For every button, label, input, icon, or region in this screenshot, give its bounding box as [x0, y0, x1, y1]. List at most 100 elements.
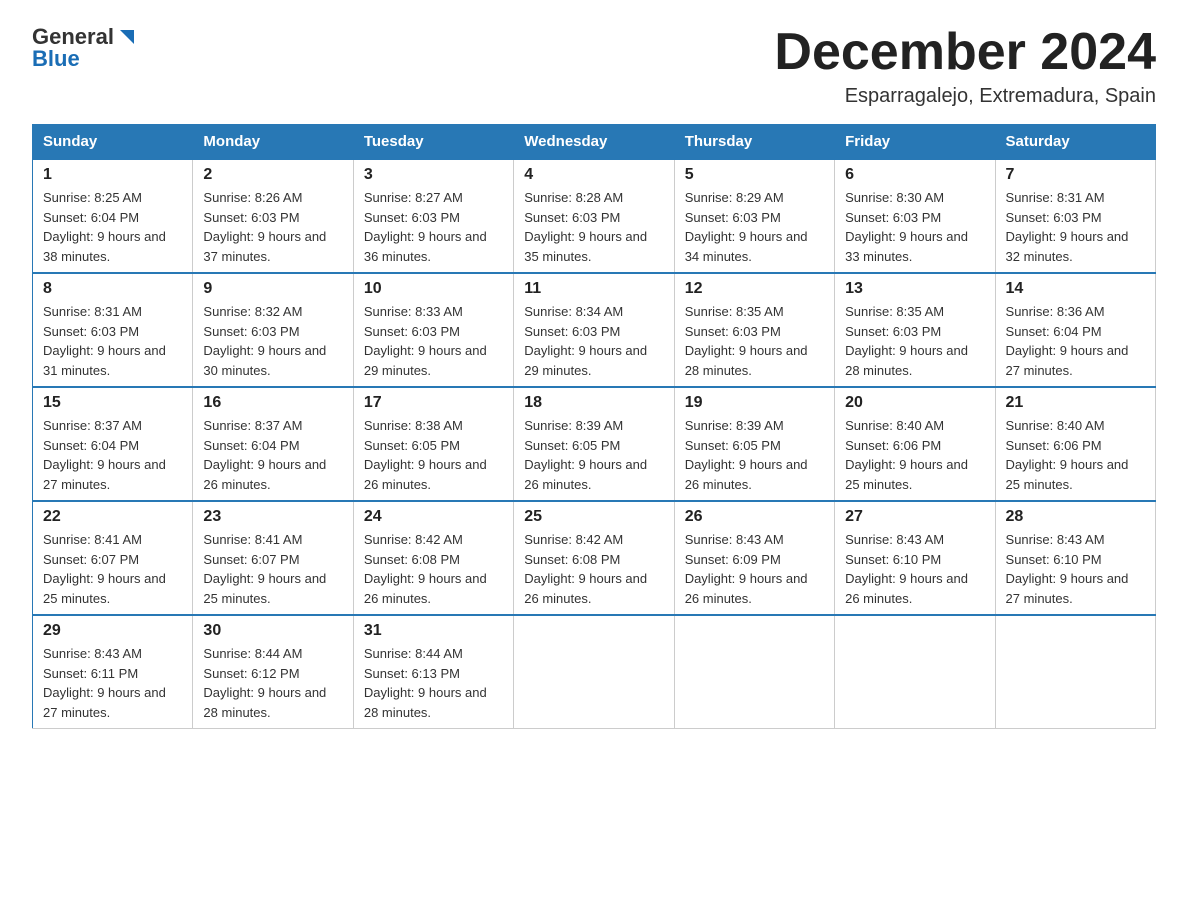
- table-row: 1 Sunrise: 8:25 AM Sunset: 6:04 PM Dayli…: [33, 159, 193, 273]
- header-friday: Friday: [835, 125, 995, 160]
- day-info: Sunrise: 8:42 AM Sunset: 6:08 PM Dayligh…: [524, 530, 663, 608]
- table-row: 29 Sunrise: 8:43 AM Sunset: 6:11 PM Dayl…: [33, 615, 193, 729]
- table-row: 11 Sunrise: 8:34 AM Sunset: 6:03 PM Dayl…: [514, 273, 674, 387]
- table-row: 7 Sunrise: 8:31 AM Sunset: 6:03 PM Dayli…: [995, 159, 1155, 273]
- title-block: December 2024 Esparragalejo, Extremadura…: [774, 24, 1156, 108]
- table-row: 28 Sunrise: 8:43 AM Sunset: 6:10 PM Dayl…: [995, 501, 1155, 615]
- calendar-table: Sunday Monday Tuesday Wednesday Thursday…: [32, 124, 1156, 729]
- day-number: 19: [685, 394, 824, 412]
- day-number: 28: [1006, 508, 1145, 526]
- table-row: 3 Sunrise: 8:27 AM Sunset: 6:03 PM Dayli…: [353, 159, 513, 273]
- day-info: Sunrise: 8:40 AM Sunset: 6:06 PM Dayligh…: [1006, 416, 1145, 494]
- day-number: 7: [1006, 166, 1145, 184]
- day-number: 25: [524, 508, 663, 526]
- day-number: 21: [1006, 394, 1145, 412]
- day-info: Sunrise: 8:27 AM Sunset: 6:03 PM Dayligh…: [364, 188, 503, 266]
- header-monday: Monday: [193, 125, 353, 160]
- calendar-week-row: 29 Sunrise: 8:43 AM Sunset: 6:11 PM Dayl…: [33, 615, 1156, 729]
- day-number: 18: [524, 394, 663, 412]
- day-info: Sunrise: 8:26 AM Sunset: 6:03 PM Dayligh…: [203, 188, 342, 266]
- day-info: Sunrise: 8:43 AM Sunset: 6:10 PM Dayligh…: [1006, 530, 1145, 608]
- table-row: 10 Sunrise: 8:33 AM Sunset: 6:03 PM Dayl…: [353, 273, 513, 387]
- day-info: Sunrise: 8:42 AM Sunset: 6:08 PM Dayligh…: [364, 530, 503, 608]
- day-number: 2: [203, 166, 342, 184]
- day-number: 15: [43, 394, 182, 412]
- table-row: 23 Sunrise: 8:41 AM Sunset: 6:07 PM Dayl…: [193, 501, 353, 615]
- table-row: 6 Sunrise: 8:30 AM Sunset: 6:03 PM Dayli…: [835, 159, 995, 273]
- day-number: 27: [845, 508, 984, 526]
- table-row: 25 Sunrise: 8:42 AM Sunset: 6:08 PM Dayl…: [514, 501, 674, 615]
- header-wednesday: Wednesday: [514, 125, 674, 160]
- day-number: 24: [364, 508, 503, 526]
- day-number: 30: [203, 622, 342, 640]
- day-number: 11: [524, 280, 663, 298]
- day-number: 26: [685, 508, 824, 526]
- table-row: 19 Sunrise: 8:39 AM Sunset: 6:05 PM Dayl…: [674, 387, 834, 501]
- day-info: Sunrise: 8:35 AM Sunset: 6:03 PM Dayligh…: [845, 302, 984, 380]
- table-row: 22 Sunrise: 8:41 AM Sunset: 6:07 PM Dayl…: [33, 501, 193, 615]
- header-tuesday: Tuesday: [353, 125, 513, 160]
- table-row: 27 Sunrise: 8:43 AM Sunset: 6:10 PM Dayl…: [835, 501, 995, 615]
- day-info: Sunrise: 8:35 AM Sunset: 6:03 PM Dayligh…: [685, 302, 824, 380]
- day-number: 8: [43, 280, 182, 298]
- day-info: Sunrise: 8:33 AM Sunset: 6:03 PM Dayligh…: [364, 302, 503, 380]
- table-row: 16 Sunrise: 8:37 AM Sunset: 6:04 PM Dayl…: [193, 387, 353, 501]
- day-info: Sunrise: 8:29 AM Sunset: 6:03 PM Dayligh…: [685, 188, 824, 266]
- location: Esparragalejo, Extremadura, Spain: [774, 85, 1156, 108]
- month-title: December 2024: [774, 24, 1156, 81]
- day-info: Sunrise: 8:34 AM Sunset: 6:03 PM Dayligh…: [524, 302, 663, 380]
- day-number: 16: [203, 394, 342, 412]
- table-row: 14 Sunrise: 8:36 AM Sunset: 6:04 PM Dayl…: [995, 273, 1155, 387]
- day-info: Sunrise: 8:39 AM Sunset: 6:05 PM Dayligh…: [524, 416, 663, 494]
- table-row: 31 Sunrise: 8:44 AM Sunset: 6:13 PM Dayl…: [353, 615, 513, 729]
- header-thursday: Thursday: [674, 125, 834, 160]
- day-number: 17: [364, 394, 503, 412]
- calendar-week-row: 8 Sunrise: 8:31 AM Sunset: 6:03 PM Dayli…: [33, 273, 1156, 387]
- day-number: 12: [685, 280, 824, 298]
- day-info: Sunrise: 8:43 AM Sunset: 6:09 PM Dayligh…: [685, 530, 824, 608]
- day-info: Sunrise: 8:32 AM Sunset: 6:03 PM Dayligh…: [203, 302, 342, 380]
- table-row: 8 Sunrise: 8:31 AM Sunset: 6:03 PM Dayli…: [33, 273, 193, 387]
- calendar-week-row: 1 Sunrise: 8:25 AM Sunset: 6:04 PM Dayli…: [33, 159, 1156, 273]
- day-info: Sunrise: 8:43 AM Sunset: 6:10 PM Dayligh…: [845, 530, 984, 608]
- table-row: 17 Sunrise: 8:38 AM Sunset: 6:05 PM Dayl…: [353, 387, 513, 501]
- day-info: Sunrise: 8:25 AM Sunset: 6:04 PM Dayligh…: [43, 188, 182, 266]
- day-info: Sunrise: 8:37 AM Sunset: 6:04 PM Dayligh…: [43, 416, 182, 494]
- day-number: 31: [364, 622, 503, 640]
- table-row: [995, 615, 1155, 729]
- day-number: 5: [685, 166, 824, 184]
- day-info: Sunrise: 8:41 AM Sunset: 6:07 PM Dayligh…: [43, 530, 182, 608]
- day-number: 1: [43, 166, 182, 184]
- day-number: 3: [364, 166, 503, 184]
- day-number: 14: [1006, 280, 1145, 298]
- logo-triangle-icon: [116, 26, 138, 48]
- table-row: 15 Sunrise: 8:37 AM Sunset: 6:04 PM Dayl…: [33, 387, 193, 501]
- day-number: 13: [845, 280, 984, 298]
- table-row: 21 Sunrise: 8:40 AM Sunset: 6:06 PM Dayl…: [995, 387, 1155, 501]
- calendar-week-row: 15 Sunrise: 8:37 AM Sunset: 6:04 PM Dayl…: [33, 387, 1156, 501]
- calendar-week-row: 22 Sunrise: 8:41 AM Sunset: 6:07 PM Dayl…: [33, 501, 1156, 615]
- table-row: [674, 615, 834, 729]
- day-info: Sunrise: 8:44 AM Sunset: 6:12 PM Dayligh…: [203, 644, 342, 722]
- table-row: 26 Sunrise: 8:43 AM Sunset: 6:09 PM Dayl…: [674, 501, 834, 615]
- table-row: 30 Sunrise: 8:44 AM Sunset: 6:12 PM Dayl…: [193, 615, 353, 729]
- table-row: 20 Sunrise: 8:40 AM Sunset: 6:06 PM Dayl…: [835, 387, 995, 501]
- header-sunday: Sunday: [33, 125, 193, 160]
- day-info: Sunrise: 8:44 AM Sunset: 6:13 PM Dayligh…: [364, 644, 503, 722]
- logo: General Blue: [32, 24, 138, 72]
- day-info: Sunrise: 8:31 AM Sunset: 6:03 PM Dayligh…: [1006, 188, 1145, 266]
- day-number: 9: [203, 280, 342, 298]
- header-saturday: Saturday: [995, 125, 1155, 160]
- day-info: Sunrise: 8:28 AM Sunset: 6:03 PM Dayligh…: [524, 188, 663, 266]
- calendar-header-row: Sunday Monday Tuesday Wednesday Thursday…: [33, 125, 1156, 160]
- day-info: Sunrise: 8:39 AM Sunset: 6:05 PM Dayligh…: [685, 416, 824, 494]
- day-number: 29: [43, 622, 182, 640]
- table-row: 24 Sunrise: 8:42 AM Sunset: 6:08 PM Dayl…: [353, 501, 513, 615]
- day-number: 20: [845, 394, 984, 412]
- logo-blue-text: Blue: [32, 46, 80, 72]
- day-number: 22: [43, 508, 182, 526]
- table-row: [514, 615, 674, 729]
- table-row: 4 Sunrise: 8:28 AM Sunset: 6:03 PM Dayli…: [514, 159, 674, 273]
- day-info: Sunrise: 8:31 AM Sunset: 6:03 PM Dayligh…: [43, 302, 182, 380]
- table-row: [835, 615, 995, 729]
